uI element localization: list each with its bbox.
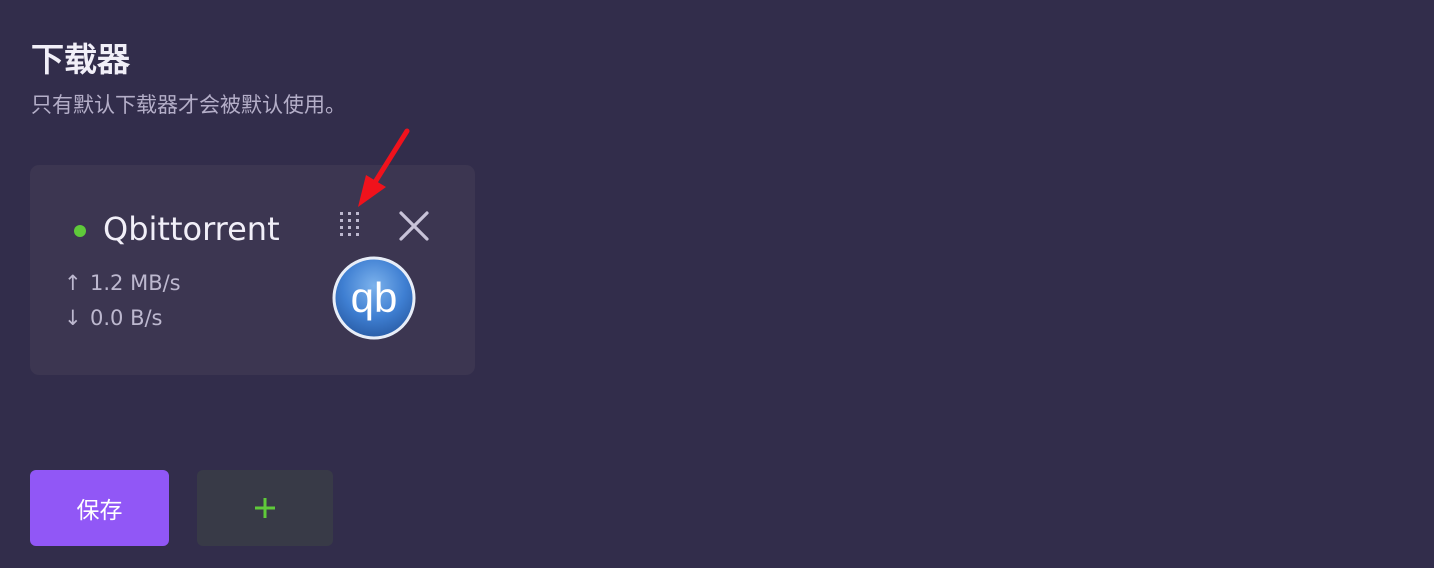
plus-icon [255,498,275,518]
download-speed: 0.0 B/s [90,306,163,330]
drag-handle-icon[interactable] [339,210,361,240]
download-speed-row: ↓ 0.0 B/s [64,303,163,333]
qbittorrent-logo-text: qb [351,274,398,321]
page-title: 下载器 [31,40,130,79]
qbittorrent-logo: qb [332,256,416,340]
page-subtitle: 只有默认下载器才会被默认使用。 [31,93,346,117]
upload-speed-row: ↑ 1.2 MB/s [64,268,181,298]
downloader-name: Qbittorrent [103,210,280,248]
add-downloader-button[interactable] [197,470,333,546]
close-icon[interactable] [396,208,432,244]
save-button[interactable]: 保存 [30,470,169,546]
upload-speed: 1.2 MB/s [90,271,181,295]
upload-arrow-icon: ↑ [64,271,82,295]
downloader-card[interactable]: Qbittorrent ↑ 1.2 MB/s ↓ 0.0 B/s qb [30,165,475,375]
download-arrow-icon: ↓ [64,306,82,330]
status-dot [74,225,86,237]
